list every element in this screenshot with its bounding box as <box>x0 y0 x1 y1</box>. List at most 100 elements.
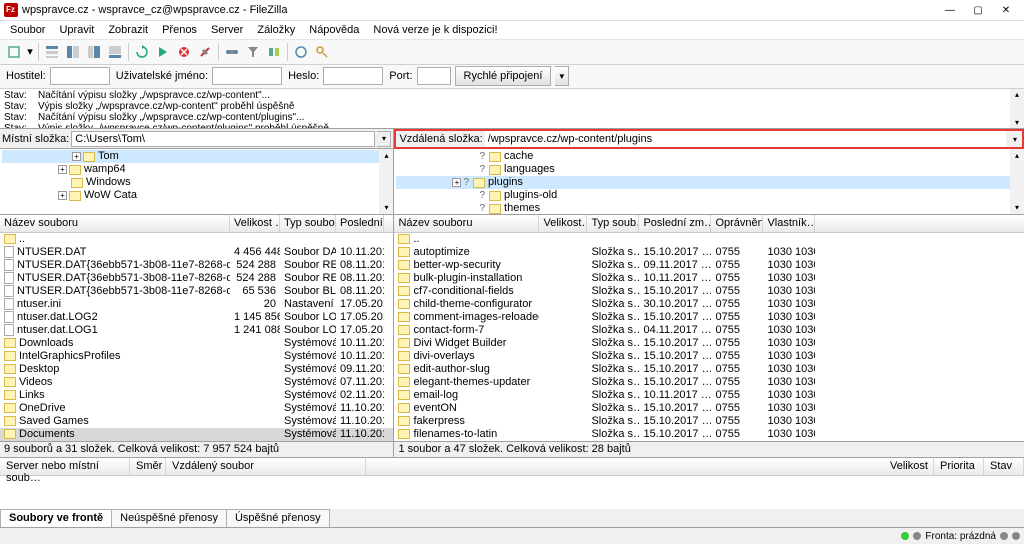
column-header[interactable]: Typ soub… <box>587 215 639 232</box>
list-item[interactable]: divi-overlaysSložka s…15.10.2017 …075510… <box>394 350 1024 363</box>
list-item[interactable]: autoptimizeSložka s…15.10.2017 …07551030… <box>394 246 1024 259</box>
process-queue-icon[interactable] <box>153 42 173 62</box>
tree-item[interactable]: +wamp64 <box>2 163 391 176</box>
column-header[interactable]: Typ souboru <box>280 215 336 232</box>
menu-nová verze je k dispozici![interactable]: Nová verze je k dispozici! <box>367 22 503 38</box>
scroll-up-icon[interactable]: ▴ <box>1015 89 1019 100</box>
list-item[interactable]: DocumentsSystémová …11.10.2017 <box>0 428 393 441</box>
menu-upravit[interactable]: Upravit <box>53 22 100 38</box>
expand-icon[interactable]: + <box>58 191 67 200</box>
scroll-down-icon[interactable]: ▾ <box>1015 201 1019 214</box>
remote-path-input[interactable] <box>485 131 1006 147</box>
list-item[interactable]: ntuser.dat.LOG21 145 856Soubor LOG217.05… <box>0 311 393 324</box>
list-item[interactable]: fakerpressSložka s…15.10.2017 …07551030 … <box>394 415 1024 428</box>
compare-icon[interactable] <box>264 42 284 62</box>
column-header[interactable]: Velikost <box>884 458 934 475</box>
local-path-input[interactable] <box>71 131 375 147</box>
tree-item[interactable]: ?themes <box>396 202 1022 215</box>
list-item[interactable]: OneDriveSystémová …11.10.2017 <box>0 402 393 415</box>
list-item[interactable]: DesktopSystémová …09.11.2017 <box>0 363 393 376</box>
expand-icon[interactable]: + <box>72 152 81 161</box>
list-item[interactable]: eventONSložka s…15.10.2017 …07551030 103… <box>394 402 1024 415</box>
sync-browse-icon[interactable] <box>291 42 311 62</box>
column-header[interactable]: Vzdálený soubor <box>166 458 366 475</box>
scroll-up-icon[interactable]: ▴ <box>384 149 388 162</box>
list-item[interactable]: IntelGraphicsProfilesSystémová …10.11.20… <box>0 350 393 363</box>
toggle-local-tree-icon[interactable] <box>63 42 83 62</box>
queue-header[interactable]: Server nebo místní soub…SměrVzdálený sou… <box>0 458 1024 476</box>
list-item[interactable]: NTUSER.DAT{36ebb571-3b08-11e7-8268-daa96… <box>0 285 393 298</box>
cancel-icon[interactable] <box>174 42 194 62</box>
list-item[interactable]: ntuser.ini20Nastavení …17.05.2017 <box>0 298 393 311</box>
column-header[interactable]: Velikost… <box>539 215 587 232</box>
menu-zobrazit[interactable]: Zobrazit <box>102 22 154 38</box>
tree-item[interactable]: ?cache <box>396 150 1022 163</box>
column-header[interactable]: Vlastník… <box>763 215 815 232</box>
list-item[interactable]: DownloadsSystémová …10.11.2017 <box>0 337 393 350</box>
host-input[interactable] <box>50 67 110 85</box>
user-input[interactable] <box>212 67 282 85</box>
list-item[interactable]: NTUSER.DAT4 456 448Soubor DAT10.11.2017 <box>0 246 393 259</box>
list-item[interactable]: NTUSER.DAT{36ebb571-3b08-11e7-8268-daa96… <box>0 272 393 285</box>
list-item[interactable]: ntuser.dat.LOG11 241 088Soubor LOG117.05… <box>0 324 393 337</box>
scroll-up-icon[interactable]: ▴ <box>1015 149 1019 162</box>
local-file-list[interactable]: ..NTUSER.DAT4 456 448Soubor DAT10.11.201… <box>0 233 393 441</box>
list-item[interactable]: .. <box>0 233 393 246</box>
list-item[interactable]: bulk-plugin-installationSložka s…10.11.2… <box>394 272 1024 285</box>
column-header[interactable]: Oprávnění <box>711 215 763 232</box>
column-header[interactable]: Priorita <box>934 458 984 475</box>
minimize-button[interactable]: — <box>936 0 964 20</box>
menu-nápověda[interactable]: Nápověda <box>303 22 365 38</box>
column-header[interactable]: Poslední z… <box>336 215 384 232</box>
column-header[interactable]: Směr <box>130 458 166 475</box>
pass-input[interactable] <box>323 67 383 85</box>
toolbar-dropdown-icon[interactable]: ▾ <box>25 42 35 62</box>
menu-záložky[interactable]: Záložky <box>251 22 301 38</box>
column-header[interactable]: Server nebo místní soub… <box>0 458 130 475</box>
toggle-queue-icon[interactable] <box>105 42 125 62</box>
list-item[interactable]: elegant-themes-updaterSložka s…15.10.201… <box>394 376 1024 389</box>
queue-tab[interactable]: Soubory ve frontě <box>0 509 112 527</box>
list-item[interactable]: VideosSystémová …07.11.2017 <box>0 376 393 389</box>
tree-item[interactable]: ?languages <box>396 163 1022 176</box>
menu-server[interactable]: Server <box>205 22 249 38</box>
list-item[interactable]: NTUSER.DAT{36ebb571-3b08-11e7-8268-daa96… <box>0 259 393 272</box>
remote-path-dropdown-icon[interactable]: ▾ <box>1008 131 1022 147</box>
quickconnect-button[interactable]: Rychlé připojení <box>455 66 552 86</box>
list-item[interactable]: edit-author-slugSložka s…15.10.2017 …075… <box>394 363 1024 376</box>
list-item[interactable]: cf7-conditional-fieldsSložka s…15.10.201… <box>394 285 1024 298</box>
site-manager-icon[interactable] <box>4 42 24 62</box>
maximize-button[interactable]: ▢ <box>964 0 992 20</box>
search-icon[interactable] <box>312 42 332 62</box>
remote-file-list[interactable]: ..autoptimizeSložka s…15.10.2017 …075510… <box>394 233 1024 441</box>
menu-přenos[interactable]: Přenos <box>156 22 203 38</box>
column-header[interactable]: Velikost … <box>230 215 280 232</box>
tree-item[interactable]: ?plugins-old <box>396 189 1022 202</box>
list-item[interactable]: better-wp-securitySložka s…09.11.2017 …0… <box>394 259 1024 272</box>
remote-tree[interactable]: ▴ ▾ ?cache?languages+?plugins?plugins-old… <box>394 149 1024 215</box>
expand-icon[interactable]: + <box>58 165 67 174</box>
toggle-log-icon[interactable] <box>42 42 62 62</box>
local-path-dropdown-icon[interactable]: ▾ <box>377 131 391 147</box>
list-item[interactable]: child-theme-configuratorSložka s…30.10.2… <box>394 298 1024 311</box>
close-button[interactable]: ✕ <box>992 0 1020 20</box>
list-item[interactable]: Saved GamesSystémová …11.10.2017 <box>0 415 393 428</box>
reconnect-icon[interactable] <box>222 42 242 62</box>
list-item[interactable]: email-logSložka s…10.11.2017 …07551030 1… <box>394 389 1024 402</box>
toggle-remote-tree-icon[interactable] <box>84 42 104 62</box>
quickconnect-dropdown-icon[interactable]: ▼ <box>555 66 569 86</box>
local-tree[interactable]: ▴▾ +Tom+wamp64Windows+WoW Cata <box>0 149 393 215</box>
column-header[interactable]: Stav <box>984 458 1024 475</box>
column-header[interactable]: Poslední zm… <box>639 215 711 232</box>
menu-soubor[interactable]: Soubor <box>4 22 51 38</box>
tree-item[interactable]: +?plugins <box>396 176 1022 189</box>
refresh-icon[interactable] <box>132 42 152 62</box>
remote-list-header[interactable]: Název souboruVelikost…Typ soub…Poslední … <box>394 215 1024 233</box>
queue-tab[interactable]: Neúspěšné přenosy <box>111 509 227 527</box>
list-item[interactable]: comment-images-reloadedSložka s…15.10.20… <box>394 311 1024 324</box>
queue-tab[interactable]: Úspěšné přenosy <box>226 509 330 527</box>
tree-item[interactable]: +Tom <box>2 150 391 163</box>
scroll-down-icon[interactable]: ▾ <box>1015 117 1019 128</box>
expand-icon[interactable]: + <box>452 178 461 187</box>
local-list-header[interactable]: Název souboruVelikost …Typ souboruPosled… <box>0 215 393 233</box>
